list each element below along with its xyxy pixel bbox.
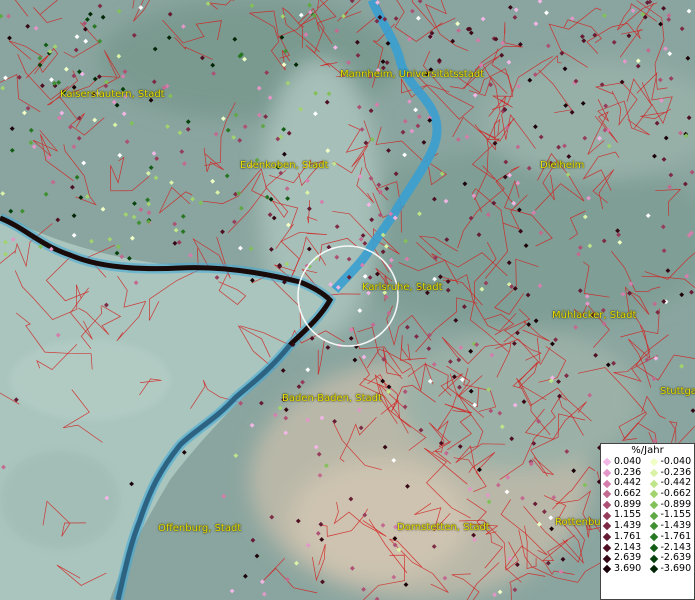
legend-label: -1.761 [660, 530, 692, 542]
city-label-baden-baden: Baden-Baden, Stadt [282, 393, 382, 404]
legend-entry: 3.690 [601, 562, 648, 575]
legend-swatch [602, 490, 612, 499]
legend-positive-column: 0.040 0.236 0.442 0.662 0.899 1.155 1.439 1.761… [601, 456, 648, 575]
legend-swatch [649, 479, 658, 488]
legend-swatch [602, 511, 612, 521]
legend-swatch [649, 564, 658, 574]
legend-swatch [602, 458, 612, 467]
city-label-muehlacker: Mühlacker, Stadt [552, 310, 637, 321]
city-label-edenkoben: Edenkoben, Stadt [240, 160, 329, 171]
city-label-rottenburg: Rottenbu [555, 517, 601, 528]
city-label-kaiserslautern: Kaiserslautern, Stadt [60, 89, 165, 100]
legend-label: 3.690 [614, 562, 642, 574]
legend-label: -3.690 [660, 562, 692, 574]
legend-swatch [602, 468, 612, 478]
legend-entry: 1.761 [601, 530, 648, 543]
city-label-offenburg: Offenburg, Stadt [158, 523, 242, 534]
city-label-karlsruhe: Karlsruhe, Stadt [362, 282, 443, 293]
legend-swatch [649, 468, 658, 478]
legend-swatch [649, 500, 658, 510]
legend-swatch [602, 532, 612, 542]
legend-swatch [649, 490, 658, 499]
legend-entry: -1.761 [648, 530, 695, 543]
legend-swatch [649, 458, 658, 467]
city-label-dornstetten: Dornstetten, Stadt [397, 522, 490, 533]
city-label-stuttgart: Stuttga [660, 386, 695, 397]
legend-swatch [649, 522, 658, 531]
city-label-dielheim: Dielheim [540, 160, 585, 171]
legend-swatch [602, 564, 612, 574]
map-legend: %/Jahr 0.040 0.236 0.442 0.662 0.899 1.155 1.4… [600, 443, 695, 600]
legend-swatch [649, 543, 658, 553]
legend-swatch [602, 543, 612, 553]
legend-swatch [649, 511, 658, 521]
legend-label: 1.761 [614, 530, 642, 542]
legend-negative-column: -0.040 -0.236 -0.442 -0.662 -0.899 -1.155 -1.4… [648, 456, 695, 575]
legend-swatch [649, 532, 658, 542]
legend-swatch [649, 554, 658, 563]
legend-entry: -3.690 [648, 562, 695, 575]
legend-swatch [602, 554, 612, 563]
legend-swatch [602, 522, 612, 531]
legend-swatch [602, 479, 612, 488]
city-label-mannheim: Mannheim, Universitätsstadt [340, 69, 485, 80]
legend-swatch [602, 500, 612, 510]
